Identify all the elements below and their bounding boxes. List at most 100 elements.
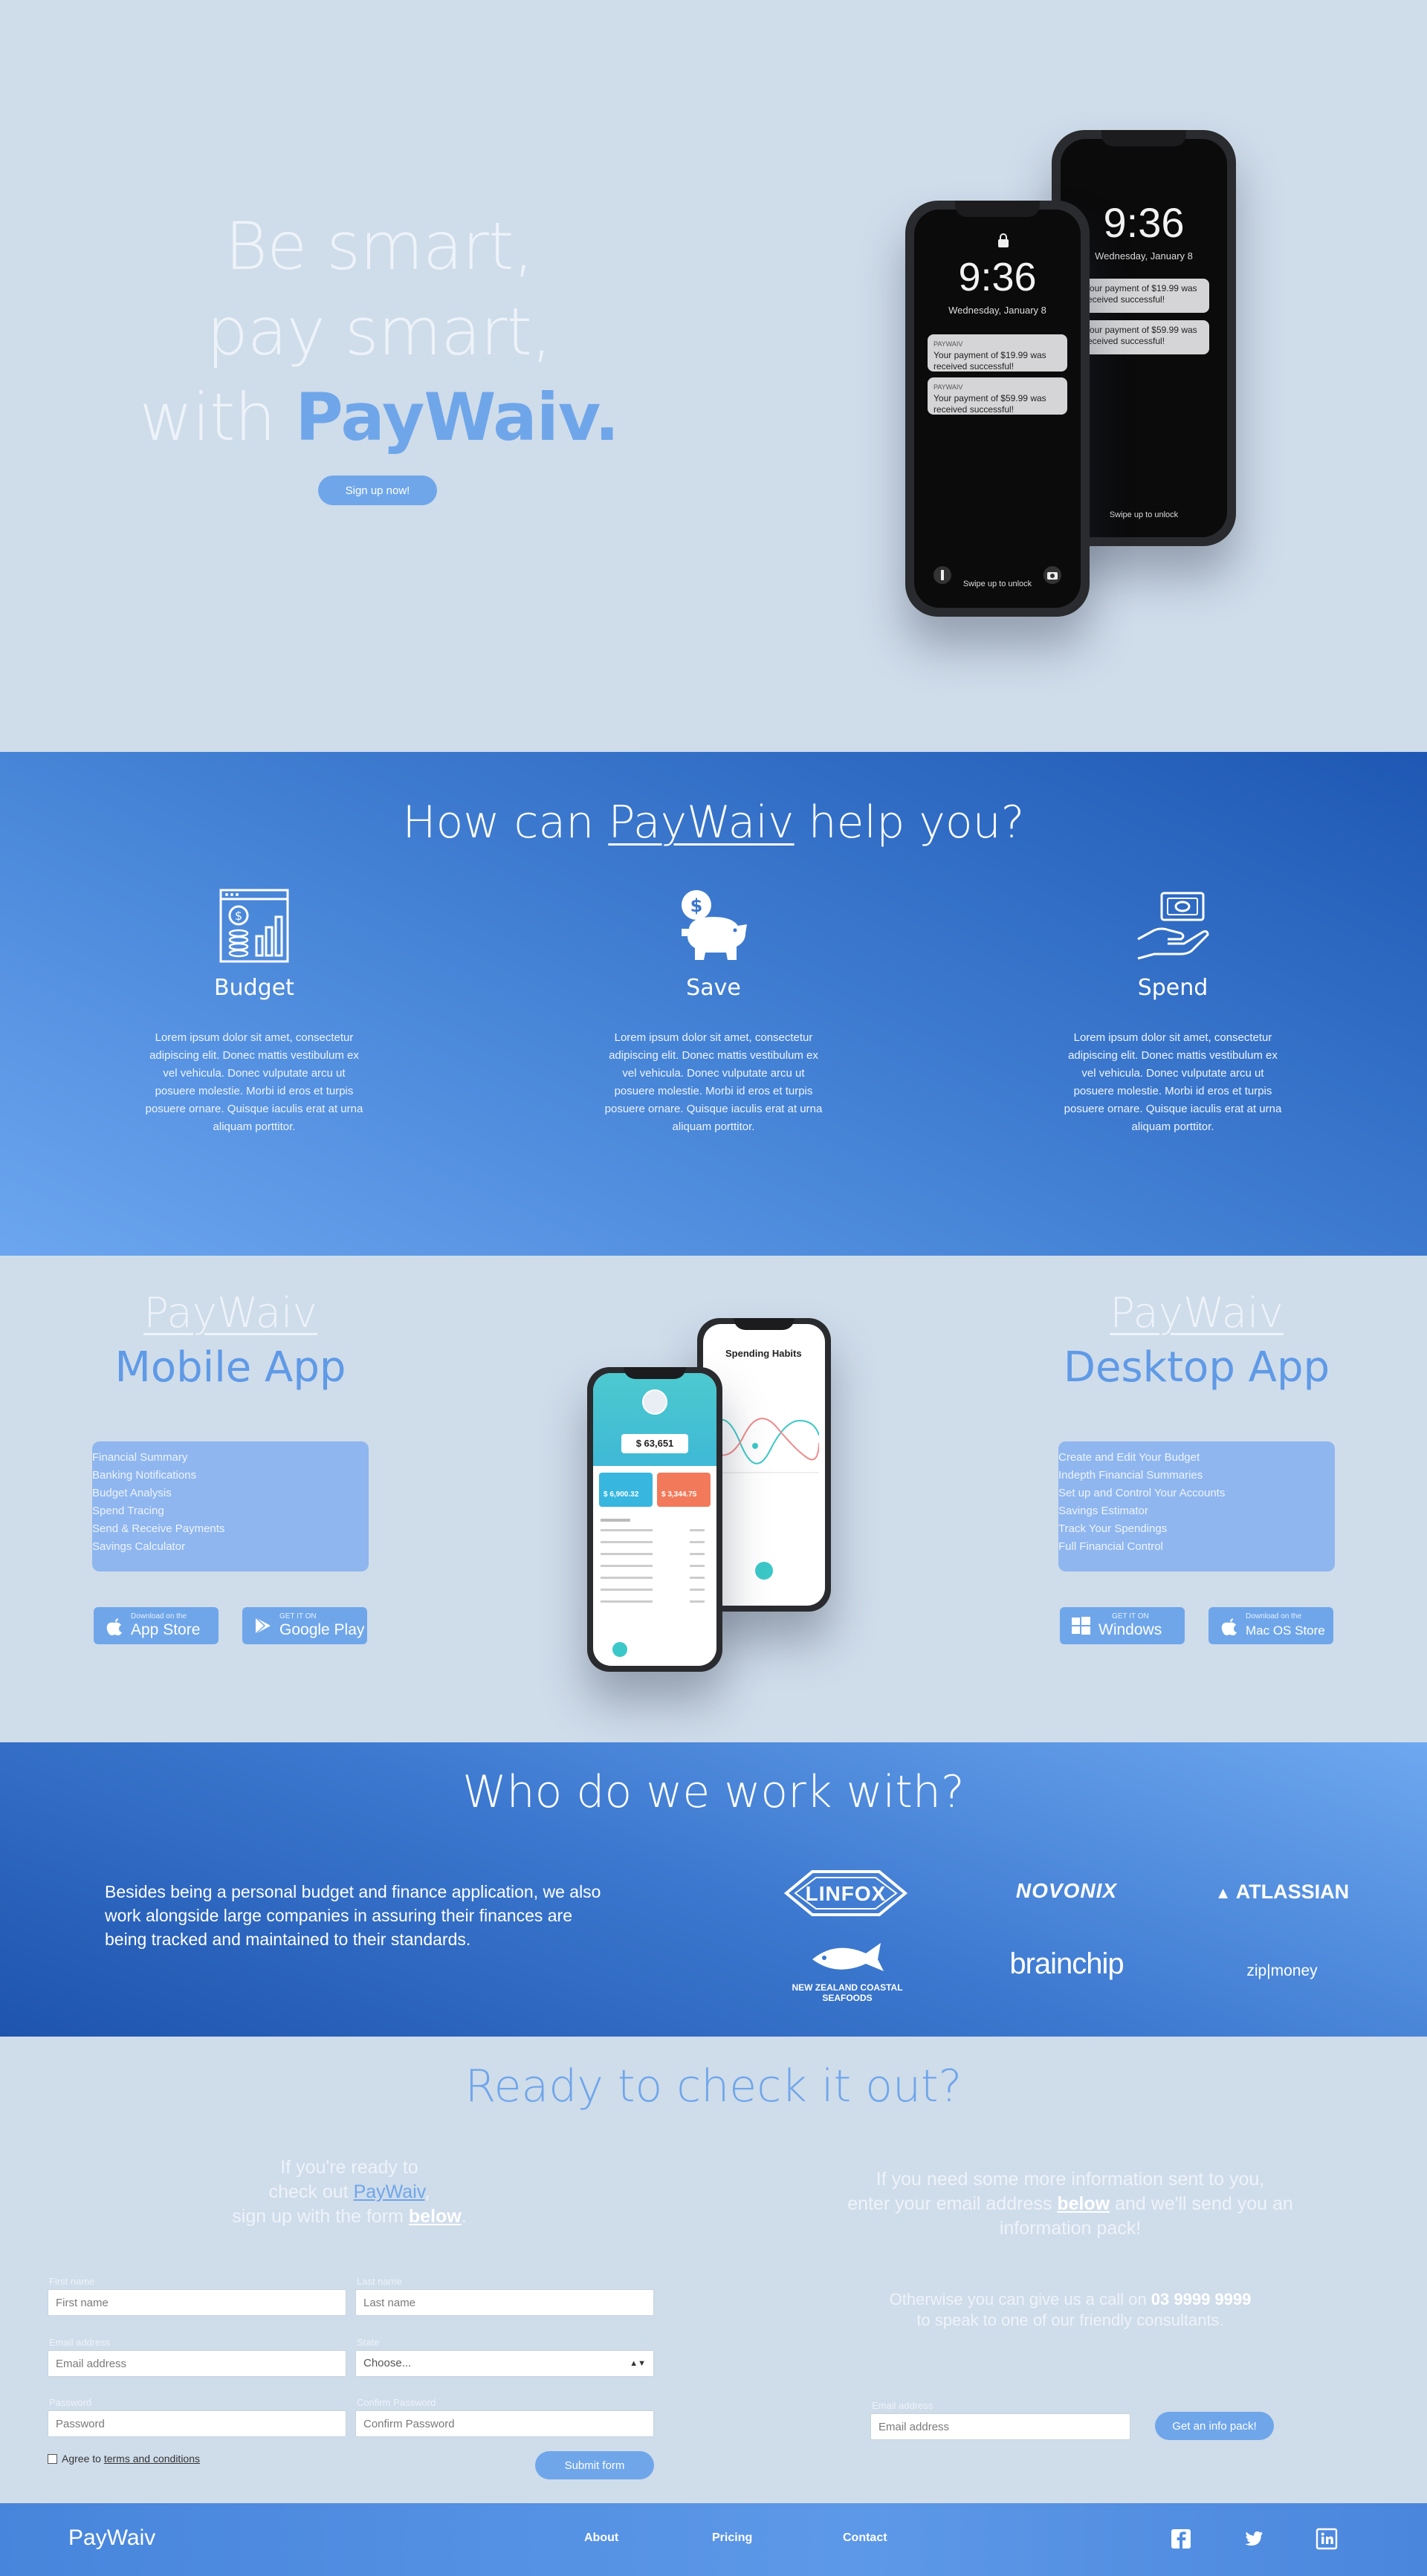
feature-item: Indepth Financial Summaries	[1058, 1469, 1203, 1482]
google-play-icon	[255, 1617, 271, 1635]
state-select[interactable]: Choose... ▲▼	[355, 2350, 654, 2377]
submit-form-button[interactable]: Submit form	[535, 2451, 654, 2479]
get-info-pack-button[interactable]: Get an info pack!	[1155, 2412, 1274, 2440]
mobile-app-brand: PayWaiv	[143, 1289, 317, 1337]
google-play-button[interactable]: GET IT ON Google Play	[242, 1607, 367, 1644]
feature-text: Lorem ipsum dolor sit amet, consectetur …	[604, 1031, 823, 1133]
feature-item: Send & Receive Payments	[92, 1522, 225, 1535]
signup-now-button[interactable]: Sign up now!	[318, 476, 437, 505]
info-intro-line1: If you need some more information sent t…	[876, 2169, 1265, 2190]
notification-app: PAYWAIV	[933, 340, 963, 348]
below-link[interactable]: below	[409, 2206, 462, 2227]
facebook-icon[interactable]	[1170, 2528, 1192, 2550]
fab-button[interactable]	[755, 1562, 773, 1580]
help-title: How can PayWaiv help you?	[0, 797, 1427, 849]
atlassian-icon: ▲	[1214, 1884, 1236, 1902]
desktop-features-box: Create and Edit Your Budget Indepth Fina…	[1058, 1441, 1335, 1571]
windows-store-button[interactable]: GET IT ON Windows	[1060, 1607, 1185, 1644]
feature-title: Save	[686, 975, 741, 1001]
fab-button[interactable]	[612, 1642, 627, 1657]
terms-text: Agree to	[62, 2453, 104, 2465]
email-input[interactable]	[48, 2350, 346, 2377]
signup-intro-line3: sign up with the form below.	[149, 2204, 550, 2229]
intro-text: .	[461, 2206, 467, 2227]
feature-item: Track Your Spendings	[1058, 1522, 1168, 1535]
below-link[interactable]: below	[1057, 2193, 1110, 2214]
notification: Your payment of $19.99 was received succ…	[1078, 279, 1209, 313]
desktop-app-heading: PayWaiv Desktop App	[1055, 1289, 1338, 1392]
hand-money-icon	[1137, 892, 1209, 960]
first-name-label: First name	[49, 2276, 95, 2287]
zipmoney-logo: zip|money	[1246, 1962, 1318, 1979]
apple-icon	[106, 1618, 122, 1635]
partners-section: Who do we work with? Besides being a per…	[0, 1742, 1427, 2037]
footer: PayWaiv About Pricing Contact	[0, 2503, 1427, 2576]
contact-title: Ready to check it out?	[465, 2060, 962, 2112]
mac-store-button[interactable]: Download on the Mac OS Store	[1208, 1607, 1333, 1644]
terms-checkbox-row[interactable]: Agree to terms and conditions	[48, 2453, 200, 2465]
info-email-input[interactable]	[870, 2413, 1130, 2440]
footer-link-about[interactable]: About	[584, 2531, 618, 2545]
password-input[interactable]	[48, 2410, 346, 2437]
store-big-text: Google Play	[279, 1621, 365, 1638]
desktop-app-title: Desktop App	[1063, 1343, 1330, 1392]
app-store-button[interactable]: Download on the App Store	[94, 1607, 219, 1644]
mock-title: Spending Habits	[725, 1348, 802, 1359]
contact-section: Ready to check it out? If you're ready t…	[0, 2037, 1427, 2503]
last-name-input[interactable]	[355, 2289, 654, 2316]
state-label: State	[357, 2337, 380, 2348]
store-small-text: Download on the	[131, 1612, 187, 1620]
phone-mockup-dashboard: $ 63,651 $ 6,900.32 $ 3,344.75	[587, 1367, 722, 1672]
first-name-input[interactable]	[48, 2289, 346, 2316]
hero-headline-line3: with PayWaiv.	[0, 379, 758, 455]
phone-number[interactable]: 03 9999 9999	[1151, 2290, 1252, 2309]
intro-text: and we'll send you an	[1110, 2193, 1293, 2214]
confirm-password-label: Confirm Password	[357, 2397, 436, 2408]
footer-link-contact[interactable]: Contact	[843, 2531, 887, 2545]
logo-text: ATLASSIAN	[1235, 1881, 1350, 1903]
feature-item: Banking Notifications	[92, 1469, 197, 1482]
store-small-text: GET IT ON	[279, 1612, 317, 1620]
phone-screen: $ 63,651 $ 6,900.32 $ 3,344.75	[593, 1373, 716, 1666]
phone-notch	[733, 1318, 795, 1330]
feature-item: Budget Analysis	[92, 1487, 172, 1499]
confirm-password-input[interactable]	[355, 2410, 654, 2437]
feature-item: Financial Summary	[92, 1451, 188, 1464]
phone-screen: 9:36 Wednesday, January 8 PAYWAIV Your p…	[914, 210, 1081, 608]
fish-icon	[812, 1943, 884, 1971]
terms-checkbox[interactable]	[48, 2454, 57, 2464]
lock-date: Wednesday, January 8	[948, 305, 1046, 316]
footer-link-pricing[interactable]: Pricing	[712, 2531, 752, 2545]
desktop-app-brand: PayWaiv	[1110, 1289, 1284, 1337]
apple-icon	[1221, 1618, 1237, 1635]
svg-text:$: $	[690, 895, 703, 916]
call-text: Otherwise you can give us a call on	[889, 2290, 1151, 2309]
mobile-features-box: Financial Summary Banking Notifications …	[92, 1441, 369, 1571]
paywaiv-link[interactable]: PayWaiv	[354, 2181, 425, 2202]
select-arrows-icon: ▲▼	[630, 2359, 646, 2368]
footer-logo[interactable]: PayWaiv	[68, 2525, 155, 2551]
feature-save: $ Save Lorem ipsum dolor sit amet, conse…	[602, 884, 825, 1136]
spending-chart-illustration	[711, 1418, 819, 1473]
transaction-list-illustration	[601, 1519, 705, 1603]
feature-title: Spend	[1137, 975, 1208, 1001]
notification: Your payment of $59.99 was received succ…	[1078, 320, 1209, 354]
info-intro-line3: information pack!	[999, 2218, 1142, 2239]
apps-section: PayWaiv Mobile App Financial Summary Ban…	[0, 1256, 1427, 1742]
hero-brand-name: PayWaiv.	[295, 379, 619, 455]
budget-report-icon: $	[219, 889, 289, 963]
account-card: $ 6,900.32	[599, 1473, 653, 1507]
password-label: Password	[49, 2397, 92, 2408]
logo-text: LINFOX	[805, 1882, 887, 1905]
signup-intro-line1: If you're ready to	[280, 2157, 418, 2178]
logo-text: NEW ZEALAND COASTAL SEAFOODS	[792, 1982, 903, 2003]
twitter-icon[interactable]	[1243, 2528, 1265, 2550]
terms-link[interactable]: terms and conditions	[104, 2453, 200, 2465]
store-big-text: App Store	[131, 1621, 201, 1638]
linkedin-icon[interactable]	[1316, 2528, 1338, 2550]
nz-coastal-seafoods-logo: NEW ZEALAND COASTAL SEAFOODS	[788, 1937, 907, 2003]
call-intro: Otherwise you can give us a call on 03 9…	[818, 2289, 1323, 2331]
state-select-value: Choose...	[363, 2357, 412, 2369]
mobile-app-title: Mobile App	[114, 1343, 346, 1392]
feature-budget: $ Budget Lorem ipsum dolor sit amet, con…	[143, 884, 366, 1136]
